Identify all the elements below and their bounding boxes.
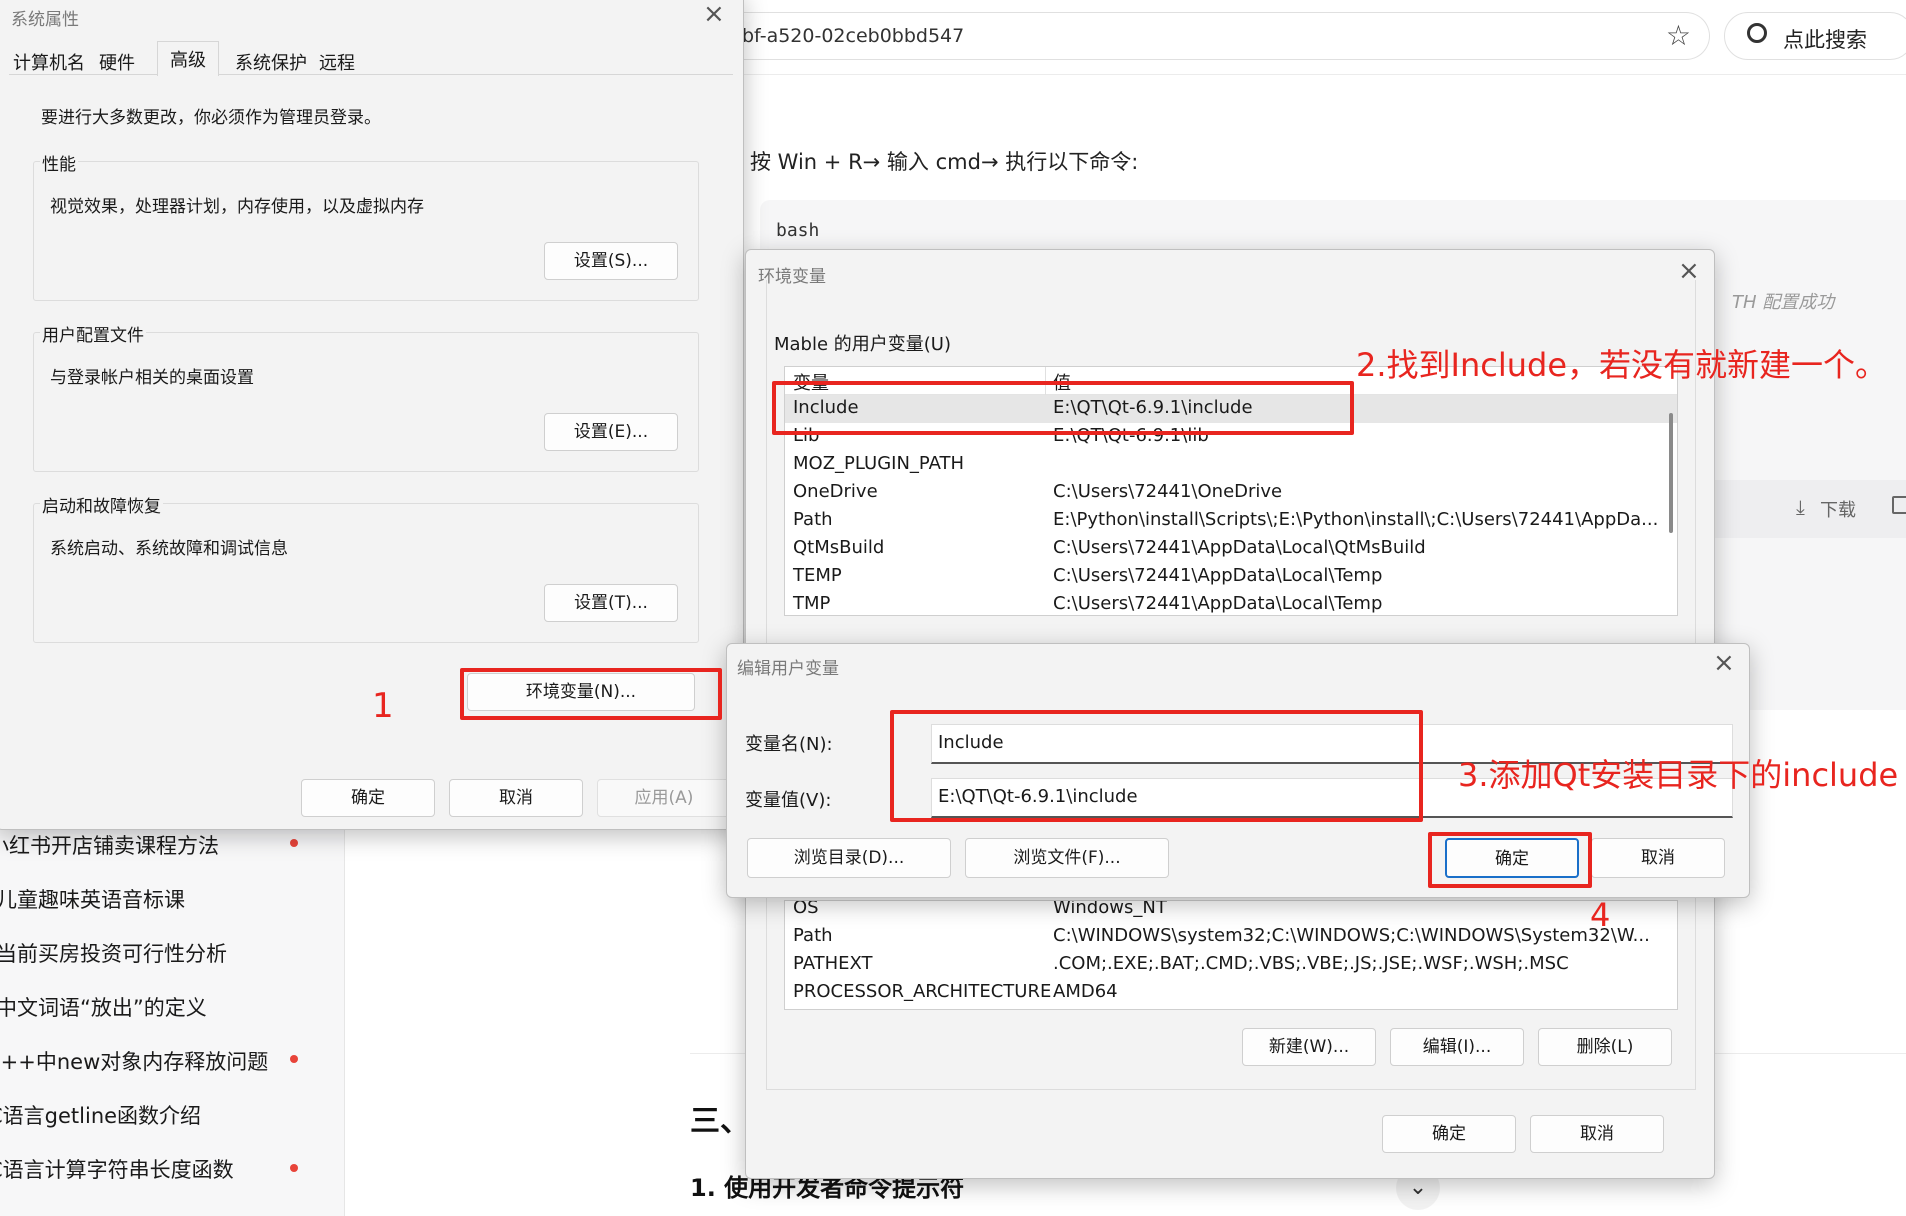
history-item[interactable]: C语言getline函数介绍 — [0, 1100, 201, 1130]
cancel-button[interactable]: 取消 — [1591, 838, 1725, 878]
system-variables-group — [766, 890, 1696, 1090]
code-comment: TH 配置成功 — [1732, 292, 1835, 313]
variable-value: C:\Users\72441\AppData\Local\Temp — [1053, 593, 1383, 614]
apply-button[interactable]: 应用(A) — [597, 779, 731, 817]
close-icon[interactable]: × — [703, 1, 725, 27]
group-label: 性能 — [40, 150, 78, 175]
search-box[interactable]: 点此搜索 — [1724, 12, 1906, 60]
browse-file-button[interactable]: 浏览文件(F)... — [965, 838, 1169, 878]
tab-advanced[interactable]: 高级 — [157, 41, 219, 76]
heading-three: 三、 — [690, 1104, 750, 1139]
search-label: 点此搜索 — [1783, 28, 1867, 52]
variable-name: TEMP — [793, 565, 842, 586]
download-label[interactable]: 下载 — [1820, 496, 1856, 522]
highlight-box-env-button — [460, 668, 722, 720]
variable-value: C:\Users\72441\AppData\Local\Temp — [1053, 565, 1383, 586]
variable-value: C:\Users\72441\OneDrive — [1053, 481, 1283, 502]
tab-hardware[interactable]: 硬件 — [95, 47, 139, 77]
highlight-box-ok-button — [1428, 832, 1592, 888]
history-item[interactable]: C++中new对象内存释放问题 — [0, 1046, 268, 1076]
table-row[interactable]: TEMP C:\Users\72441\AppData\Local\Temp — [785, 563, 1677, 591]
history-item[interactable]: 小红书开店铺卖课程方法 — [0, 830, 219, 860]
copy-icon[interactable] — [1892, 496, 1906, 514]
history-item[interactable]: 中文词语“放出”的定义 — [0, 992, 207, 1022]
close-icon[interactable]: × — [1713, 650, 1735, 676]
variable-value: C:\Users\72441\AppData\Local\QtMsBuild — [1053, 537, 1426, 558]
variable-name: QtMsBuild — [793, 537, 885, 558]
code-lang: bash — [776, 220, 820, 241]
user-profiles-group: 用户配置文件 与登录帐户相关的桌面设置 设置(E)... — [33, 321, 699, 472]
history-item-label: 中文词语“放出”的定义 — [0, 996, 207, 1020]
group-desc: 系统启动、系统故障和调试信息 — [50, 539, 288, 559]
variable-name: MOZ_PLUGIN_PATH — [793, 453, 965, 474]
star-icon[interactable]: ☆ — [1666, 19, 1691, 52]
performance-group: 性能 视觉效果，处理器计划，内存使用，以及虚拟内存 设置(S)... — [33, 150, 699, 301]
tab-remote[interactable]: 远程 — [315, 47, 359, 77]
top-divider — [740, 74, 1906, 75]
table-row[interactable]: OneDrive C:\Users\72441\OneDrive — [785, 479, 1677, 507]
table-row[interactable]: QtMsBuild C:\Users\72441\AppData\Local\Q… — [785, 535, 1677, 563]
history-item[interactable]: 当前买房投资可行性分析 — [0, 938, 227, 968]
variable-value-label: 变量值(V): — [745, 790, 832, 811]
tab-computer-name[interactable]: 计算机名 — [9, 47, 89, 77]
dialog-title: 编辑用户变量 — [737, 659, 839, 679]
group-desc: 与登录帐户相关的桌面设置 — [50, 368, 254, 388]
history-item-label: C++中new对象内存释放问题 — [0, 1050, 269, 1074]
tab-bar: 计算机名 硬件 高级 系统保护 远程 — [9, 41, 733, 77]
unread-dot — [290, 839, 298, 847]
tab-system-protection[interactable]: 系统保护 — [231, 47, 311, 77]
variable-name: OneDrive — [793, 481, 878, 502]
table-row[interactable]: Path E:\Python\install\Scripts\;E:\Pytho… — [785, 507, 1677, 535]
highlight-box-name-value — [890, 710, 1423, 822]
startup-recovery-settings-button[interactable]: 设置(T)... — [544, 584, 678, 622]
ok-button[interactable]: 确定 — [1382, 1115, 1516, 1153]
step-3-label: 3.添加Qt安装目录下的include — [1458, 756, 1899, 794]
group-label: 用户配置文件 — [40, 321, 146, 346]
history-item[interactable]: C语言计算字符串长度函数 — [0, 1154, 234, 1184]
variable-name: TMP — [793, 593, 831, 614]
step-2-label: 2.找到Include，若没有就新建一个。 — [1356, 346, 1888, 384]
unread-dot — [290, 1164, 298, 1172]
scrollbar-thumb[interactable] — [1669, 413, 1673, 533]
variable-value: E:\Python\install\Scripts\;E:\Python\ins… — [1053, 509, 1659, 530]
unread-dot — [290, 1055, 298, 1063]
highlight-box-include-row — [772, 381, 1354, 435]
group-desc: 视觉效果，处理器计划，内存使用，以及虚拟内存 — [50, 197, 424, 217]
url-text: bf-a520-02ceb0bbd547 — [742, 25, 965, 47]
ok-button[interactable]: 确定 — [301, 779, 435, 817]
browse-directory-button[interactable]: 浏览目录(D)... — [747, 838, 951, 878]
startup-recovery-group: 启动和故障恢复 系统启动、系统故障和调试信息 设置(T)... — [33, 492, 699, 643]
user-variables-label: Mable 的用户变量(U) — [774, 334, 952, 355]
cancel-button[interactable]: 取消 — [449, 779, 583, 817]
address-bar[interactable]: bf-a520-02ceb0bbd547 ☆ — [740, 12, 1710, 60]
history-item-label: C语言计算字符串长度函数 — [0, 1158, 234, 1182]
search-icon — [1747, 23, 1767, 43]
user-profiles-settings-button[interactable]: 设置(E)... — [544, 413, 678, 451]
step-4-label: 4 — [1590, 896, 1611, 934]
history-sidebar: 小红书开店铺卖课程方法 儿童趣味英语音标课 当前买房投资可行性分析 中文词语“放… — [0, 820, 345, 1216]
history-item-label: 儿童趣味英语音标课 — [0, 888, 185, 912]
history-item-label: C语言getline函数介绍 — [0, 1104, 202, 1128]
table-row[interactable]: MOZ_PLUGIN_PATH — [785, 451, 1677, 479]
history-item-label: 小红书开店铺卖课程方法 — [0, 834, 219, 858]
history-item[interactable]: 儿童趣味英语音标课 — [0, 884, 185, 914]
performance-settings-button[interactable]: 设置(S)... — [544, 242, 678, 280]
download-icon[interactable]: ⤓ — [1796, 495, 1805, 519]
variable-name-label: 变量名(N): — [745, 734, 833, 755]
group-label: 启动和故障恢复 — [40, 492, 163, 517]
table-row[interactable]: TMP C:\Users\72441\AppData\Local\Temp — [785, 591, 1677, 615]
admin-note: 要进行大多数更改，你必须作为管理员登录。 — [41, 108, 381, 128]
step-1-label: 1 — [372, 686, 394, 726]
history-item-label: 当前买房投资可行性分析 — [0, 942, 227, 966]
variable-name: Path — [793, 509, 833, 530]
cancel-button[interactable]: 取消 — [1530, 1115, 1664, 1153]
dialog-title: 系统属性 — [11, 10, 79, 30]
code-intro: 按 Win + R→ 输入 cmd→ 执行以下命令: — [750, 150, 1139, 174]
